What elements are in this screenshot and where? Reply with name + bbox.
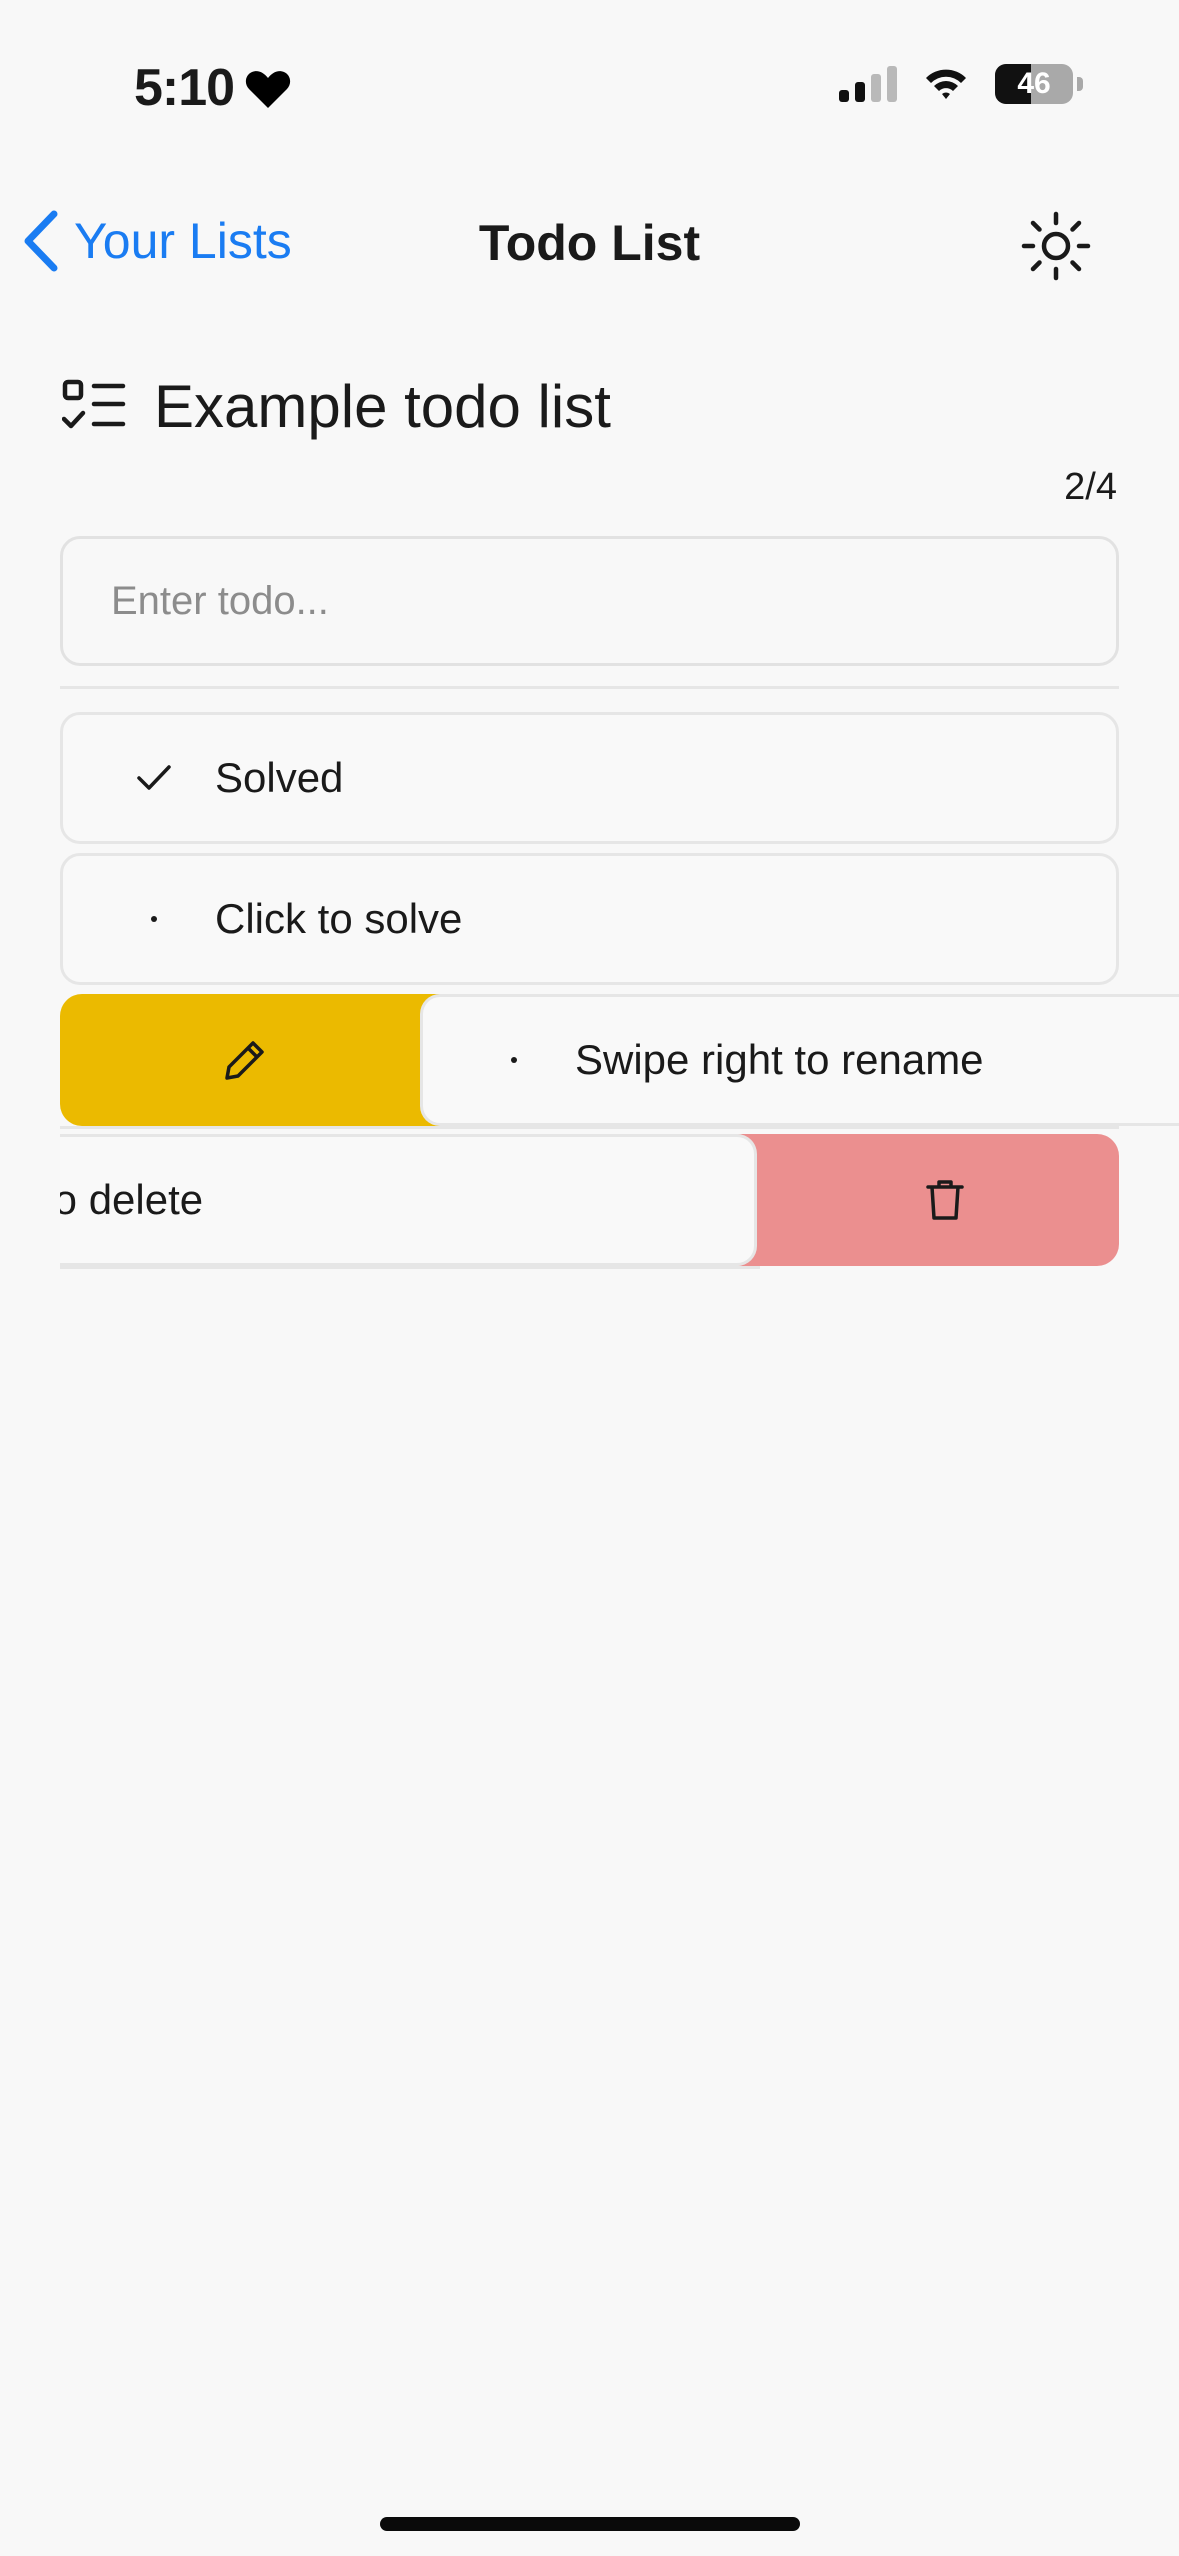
- wifi-icon: [926, 69, 966, 99]
- todo-label: to delete: [60, 1176, 204, 1223]
- checklist-icon: [62, 379, 126, 428]
- battery-icon: 46: [995, 64, 1073, 104]
- page-title: Todo List: [478, 215, 701, 271]
- trash-icon: [925, 1180, 964, 1220]
- divider: [60, 1266, 760, 1269]
- divider: [60, 1126, 1119, 1129]
- todo-label: Swipe right to rename: [575, 1036, 984, 1083]
- mark-wrap: [473, 1057, 555, 1063]
- list-header: Example todo list: [62, 372, 611, 441]
- pencil-icon: [225, 1041, 264, 1080]
- delete-action-button[interactable]: [720, 1134, 1119, 1266]
- home-indicator[interactable]: [380, 2517, 800, 2531]
- dot-icon: [511, 1057, 517, 1063]
- dot-icon: [151, 916, 157, 922]
- todo-label: Solved: [215, 754, 344, 801]
- mark-wrap: [113, 765, 195, 791]
- todo-counter: 2/4: [1064, 466, 1117, 508]
- battery-tip: [1077, 77, 1083, 91]
- todo-item-swiped-right[interactable]: Swipe right to rename: [420, 994, 1179, 1126]
- divider: [60, 686, 1119, 689]
- status-indicators: 46: [839, 64, 1083, 104]
- heart-icon: [245, 71, 291, 108]
- todo-input[interactable]: [60, 536, 1119, 666]
- status-time: 5:10: [134, 58, 292, 118]
- rename-action-button[interactable]: [60, 994, 480, 1126]
- time-text: 5:10: [134, 59, 235, 117]
- checkmark-icon: [137, 765, 171, 790]
- mark-wrap: [113, 916, 195, 922]
- todo-item[interactable]: Click to solve: [60, 853, 1119, 985]
- todo-list-screen: 5:10 46 Your Lists Todo List Example tod…: [0, 0, 1179, 2556]
- cellular-signal-icon: [839, 66, 897, 102]
- sun-icon[interactable]: [1020, 210, 1092, 282]
- todo-label: Click to solve: [215, 895, 463, 942]
- todo-item-solved[interactable]: Solved: [60, 712, 1119, 844]
- todo-item-swiped-left[interactable]: to delete: [60, 1134, 757, 1266]
- swiped-row-clip: to delete: [60, 1134, 760, 1268]
- battery-percent: 46: [1017, 67, 1051, 100]
- list-title: Example todo list: [154, 373, 611, 440]
